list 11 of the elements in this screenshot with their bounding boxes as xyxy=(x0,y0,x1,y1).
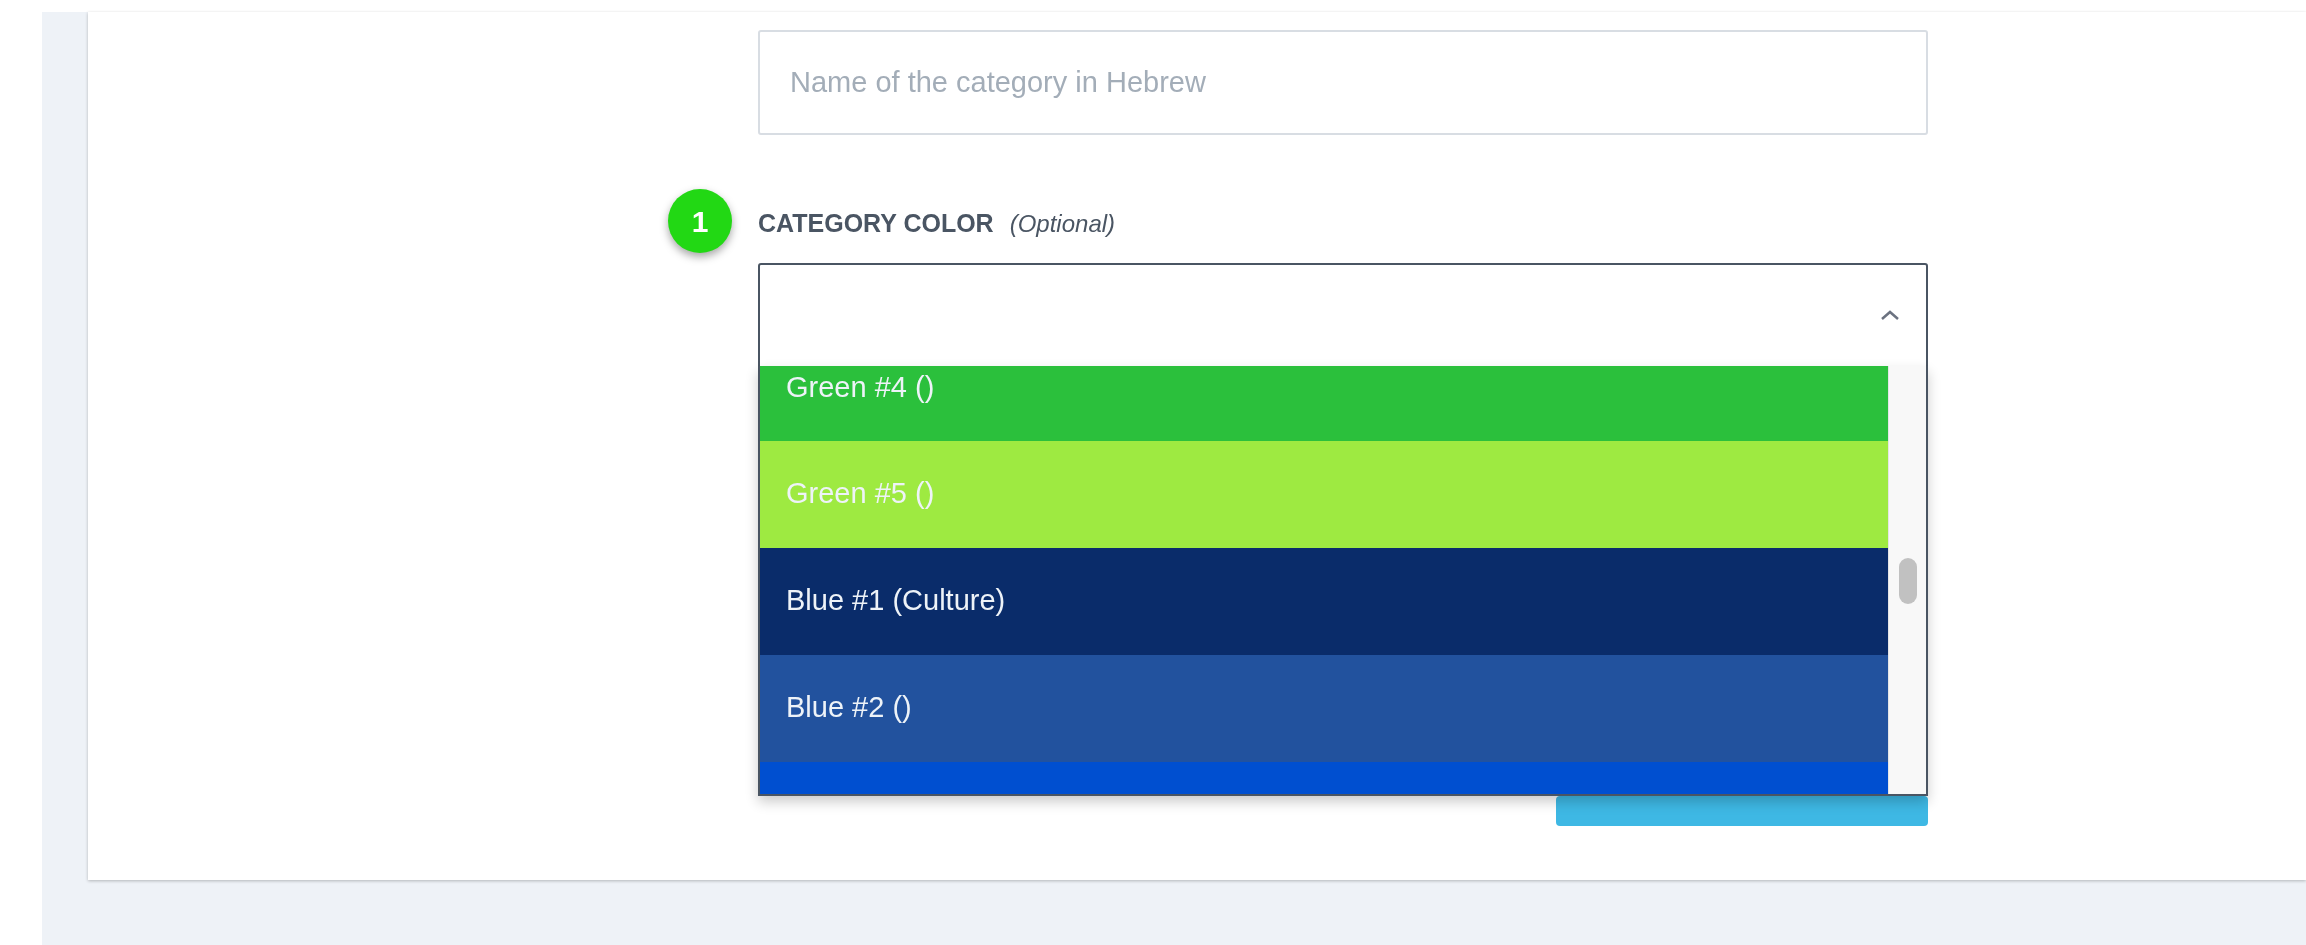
optional-hint: (Optional) xyxy=(1009,209,1116,239)
color-select[interactable] xyxy=(758,262,1928,368)
field-label: CATEGORY COLOR xyxy=(758,208,994,239)
annotation-badge: 1 xyxy=(668,189,732,253)
color-option[interactable] xyxy=(760,761,1888,794)
color-option[interactable]: Blue #1 (Culture) xyxy=(760,547,1888,655)
name-input-field[interactable]: Name of the category in Hebrew xyxy=(758,30,1928,135)
caret-icon xyxy=(1880,309,1900,321)
scrollbar-thumb[interactable] xyxy=(1899,557,1917,604)
scrollbar[interactable] xyxy=(1888,365,1926,794)
color-option[interactable]: Blue #2 () xyxy=(760,654,1888,762)
